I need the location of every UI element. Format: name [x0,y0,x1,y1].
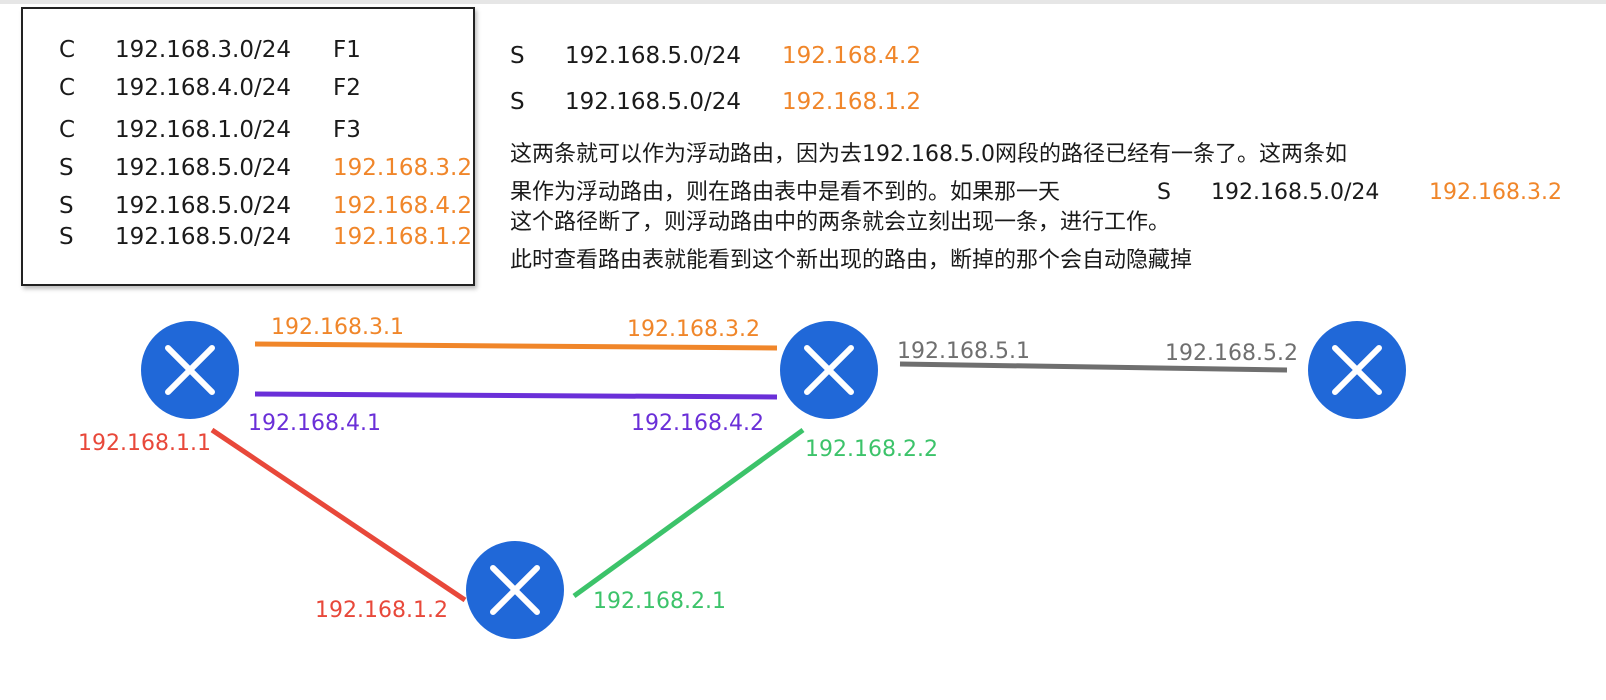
ip-label-orange-left: 192.168.3.1 [271,315,404,340]
router-b[interactable] [780,321,878,419]
network-diagram [141,321,1406,639]
ip-label-green-top: 192.168.2.2 [805,437,938,462]
router-c[interactable] [1308,321,1406,419]
router-d[interactable] [466,541,564,639]
ip-label-orange-right: 192.168.3.2 [627,317,760,342]
ip-label-green-bottom: 192.168.2.1 [593,589,726,614]
link-green [572,427,805,599]
ip-label-red-top: 192.168.1.1 [78,431,211,456]
link-orange [254,341,778,351]
ip-label-purple-right: 192.168.4.2 [631,411,764,436]
ip-label-purple-left: 192.168.4.1 [248,411,381,436]
link-red [210,427,467,603]
router-a[interactable] [141,321,239,419]
link-purple [254,391,778,400]
ip-label-gray-left: 192.168.5.1 [897,339,1030,364]
ip-label-gray-right: 192.168.5.2 [1165,341,1298,366]
ip-label-red-bottom: 192.168.1.2 [315,598,448,623]
